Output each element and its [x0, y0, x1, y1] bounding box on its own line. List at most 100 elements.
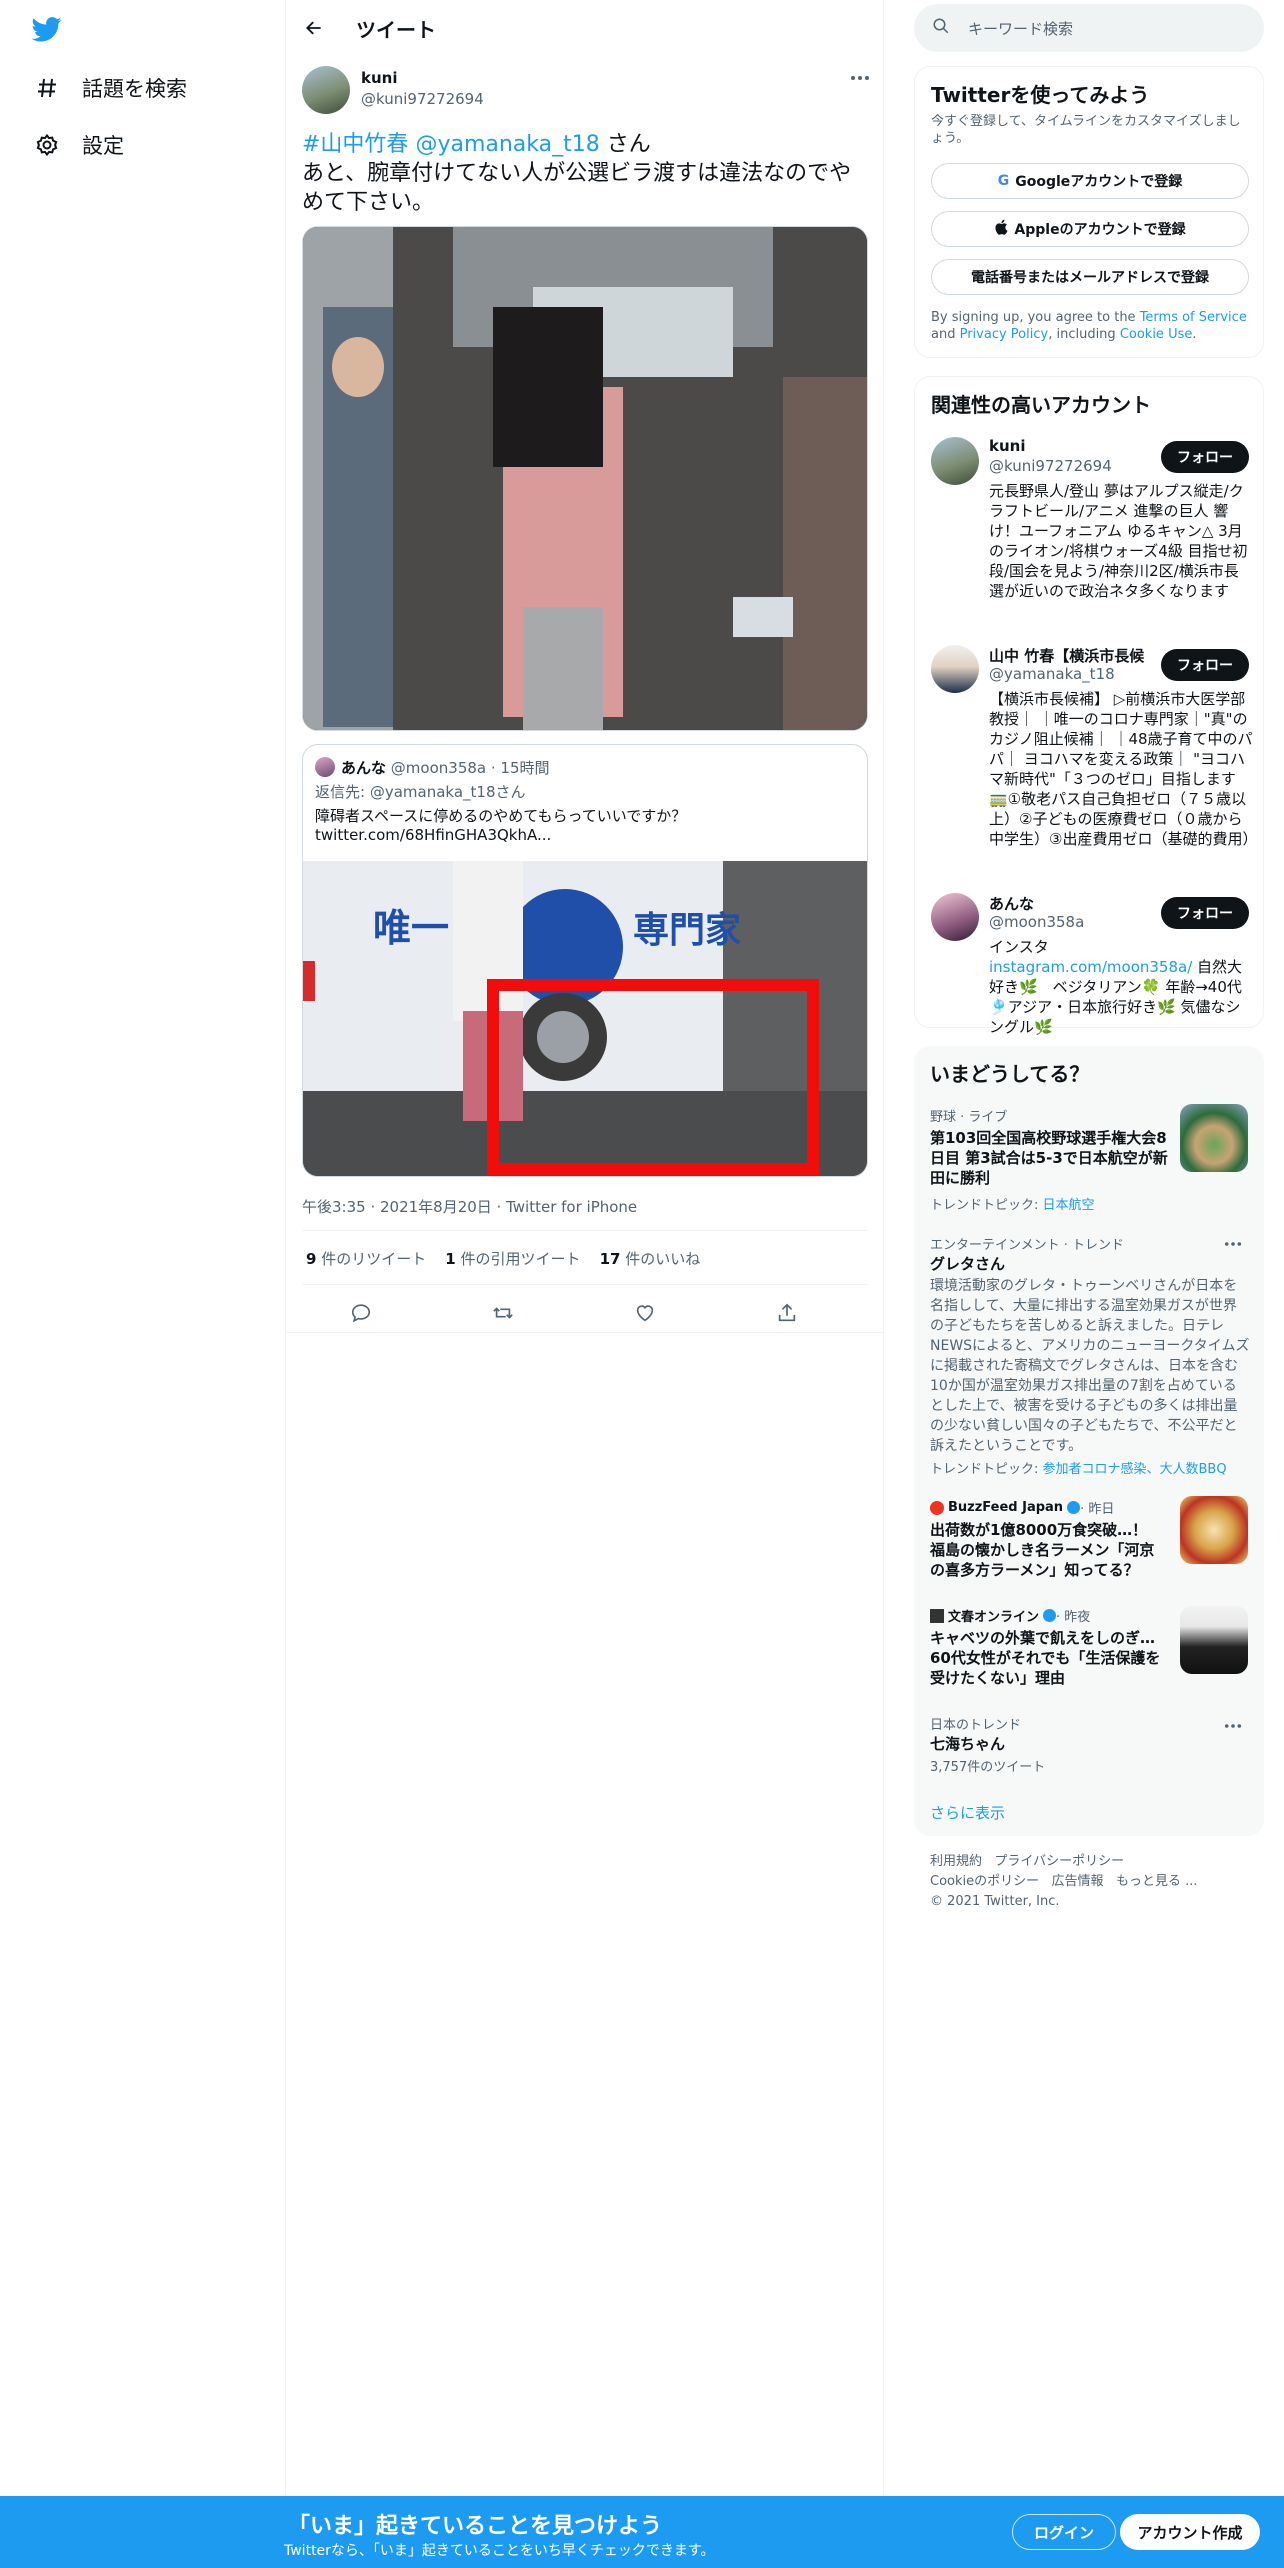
bottom-subtext: Twitterなら、「いま」起きていることをいち早くチェックできます。 [284, 2543, 715, 2559]
trend-description: 環境活動家のグレタ・トゥーンベリさんが日本を名指しして、大量に排出する温室効果ガ… [930, 1278, 1250, 1454]
google-signup-button[interactable]: G Googleアカウントで登録 [931, 163, 1249, 199]
nav-explore[interactable]: 話題を検索 [0, 60, 187, 116]
account-name[interactable]: あんな [989, 893, 1034, 914]
more-icon[interactable] [1224, 1232, 1242, 1251]
trend-topic: トレンドトピック: 参加者コロナ感染、大人数BBQ [930, 1462, 1227, 1477]
footer-link[interactable]: 利用規約 [930, 1854, 982, 1869]
twitter-logo-icon[interactable] [30, 14, 64, 44]
nav-explore-label: 話題を検索 [82, 77, 187, 101]
divider [302, 1230, 868, 1231]
account-bio: インスタ instagram.com/moon358a/ 自然大好き🌿 ベジタリ… [989, 938, 1257, 1036]
tweet-header: ツイート [286, 0, 883, 56]
trend-title[interactable]: グレタさん [930, 1254, 1005, 1274]
trend-category: エンターテインメント · トレンド [930, 1238, 1125, 1253]
quote-author-meta: @moon358a · 15時間 [390, 759, 550, 777]
page-title: ツイート [356, 17, 436, 42]
tweet-honorific: さん [599, 132, 651, 157]
apple-signup-button[interactable]: Appleのアカウントで登録 [931, 211, 1249, 247]
google-signup-label: Googleアカウントで登録 [1015, 174, 1183, 190]
quote-photo[interactable]: 唯一 専門家 [303, 861, 867, 1176]
quotes-stat[interactable]: 1 件の引用ツイート [445, 1250, 580, 1268]
trends-card: いまどうしてる？ 野球 · ライブ 第103回全国高校野球選手権大会8日目 第3… [914, 1046, 1264, 1836]
trend-category: 日本のトレンド [930, 1718, 1022, 1733]
trend-thumbnail[interactable] [1180, 1104, 1248, 1172]
account-name[interactable]: 山中 竹春【横浜市長候 [989, 645, 1159, 666]
trend-title[interactable]: 出荷数が1億8000万食突破…！ 福島の懐かしき名ラーメン「河京の喜多方ラーメン… [930, 1520, 1162, 1580]
footer-link[interactable]: 広告情報 [1052, 1874, 1104, 1889]
account-bio: 元長野県人/登山 夢はアルプス縦走/クラフトビール/アニメ 進撃の巨人 響け！ユ… [989, 482, 1248, 600]
action-bar [302, 1294, 868, 1334]
search-box[interactable]: キーワード検索 [914, 4, 1264, 52]
author-handle[interactable]: @kuni97272694 [361, 90, 484, 108]
tweet-photo[interactable] [302, 226, 868, 731]
show-more-link[interactable]: さらに表示 [930, 1802, 1005, 1823]
bio-link[interactable]: instagram.com/moon358a/ [989, 958, 1192, 976]
news-source-row: BuzzFeed Japan · 昨日 [930, 1498, 1114, 1517]
related-accounts-card: 関連性の高いアカウント kuni @kuni97272694 フォロー 元長野県… [914, 376, 1264, 1036]
reply-icon[interactable] [350, 1302, 372, 1328]
trend-thumbnail[interactable] [1180, 1606, 1248, 1674]
account-avatar[interactable] [931, 437, 979, 485]
search-placeholder: キーワード検索 [968, 19, 1074, 38]
follow-button[interactable]: フォロー [1161, 897, 1249, 929]
signup-button[interactable]: アカウント作成 [1120, 2514, 1260, 2550]
divider [286, 1332, 883, 1333]
account-avatar[interactable] [931, 893, 979, 941]
follow-button[interactable]: フォロー [1161, 649, 1249, 681]
trend-title[interactable]: キャベツの外葉で飢えをしのぎ… 60代女性がそれでも「生活保護を受けたくない」理… [930, 1628, 1162, 1688]
like-icon[interactable] [634, 1302, 656, 1328]
footer-link[interactable]: プライバシーポリシー [994, 1854, 1124, 1869]
footer-link[interactable]: もっと見る ... [1116, 1874, 1198, 1889]
van-sign-text: 唯一 [373, 906, 450, 950]
divider-right [883, 0, 884, 2500]
search-icon [932, 17, 950, 39]
mention-link[interactable]: @yamanaka_t18 [415, 132, 599, 157]
hashtag-link[interactable]: #山中竹春 [302, 132, 408, 157]
phone-signup-label: 電話番号またはメールアドレスで登録 [971, 270, 1209, 286]
likes-stat[interactable]: 17 件のいいね [600, 1250, 701, 1268]
author-name[interactable]: kuni [361, 69, 397, 87]
tweet-column: ツイート kuni @kuni97272694 #山中竹春 @yamanaka_… [286, 0, 883, 1333]
retweets-stat[interactable]: 9 件のリツイート [306, 1250, 426, 1268]
trend-thumbnail[interactable] [1180, 1496, 1248, 1564]
tweet-body-text: あと、腕章付けてない人が公選ビラ渡すは違法なのでやめて下さい。 [302, 161, 852, 215]
account-name[interactable]: kuni [989, 437, 1025, 455]
trend-category: 野球 · ライブ [930, 1110, 1008, 1125]
tweet-timestamp[interactable]: 午後3:35 · 2021年8月20日 · Twitter for iPhone [302, 1196, 637, 1217]
footer-link[interactable]: Cookieのポリシー [930, 1874, 1039, 1889]
nav-settings[interactable]: 設定 [0, 117, 124, 173]
privacy-link[interactable]: Privacy Policy [960, 327, 1049, 342]
login-button[interactable]: ログイン [1012, 2514, 1116, 2550]
tweet-text: #山中竹春 @yamanaka_t18 さん あと、腕章付けてない人が公選ビラ渡… [302, 130, 872, 217]
account-avatar[interactable] [931, 645, 979, 693]
retweet-icon[interactable] [492, 1302, 514, 1328]
left-nav: 話題を検索 設定 [0, 0, 285, 2500]
news-source-row: 文春オンライン · 昨夜 [930, 1606, 1090, 1625]
footer-links: 利用規約 プライバシーポリシー Cookieのポリシー 広告情報 もっと見る .… [930, 1852, 1250, 1912]
quote-author-avatar [315, 757, 335, 777]
signup-title: Twitterを使ってみよう [931, 83, 1150, 107]
google-icon: G [997, 173, 1010, 189]
follow-button[interactable]: フォロー [1161, 441, 1249, 473]
author-avatar[interactable] [302, 66, 350, 114]
account-handle[interactable]: @yamanaka_t18 [989, 665, 1115, 683]
cookie-link[interactable]: Cookie Use [1120, 327, 1193, 342]
more-icon[interactable] [848, 66, 872, 90]
account-handle[interactable]: @kuni97272694 [989, 457, 1112, 475]
buzzfeed-logo-icon [930, 1500, 944, 1515]
verified-badge-icon [1067, 1501, 1081, 1514]
account-handle[interactable]: @moon358a [989, 913, 1084, 931]
signup-card: Twitterを使ってみよう 今すぐ登録して、タイムラインをカスタマイズしましょ… [914, 66, 1264, 358]
phone-signup-button[interactable]: 電話番号またはメールアドレスで登録 [931, 259, 1249, 295]
more-icon[interactable] [1224, 1714, 1242, 1733]
verified-badge-icon [1043, 1609, 1057, 1622]
quote-tweet-card[interactable]: あんな @moon358a · 15時間 返信先: @yamanaka_t18さ… [302, 744, 868, 1177]
hashtag-icon [34, 75, 60, 101]
share-icon[interactable] [776, 1302, 798, 1328]
terms-link[interactable]: Terms of Service [1140, 310, 1247, 325]
back-arrow-icon[interactable] [302, 16, 326, 40]
trend-count: 3,757件のツイート [930, 1760, 1046, 1775]
trend-title[interactable]: 第103回全国高校野球選手権大会8日目 第3試合は5-3で日本航空が新田に勝利 [930, 1128, 1170, 1188]
trend-title[interactable]: 七海ちゃん [930, 1734, 1005, 1754]
apple-signup-label: Appleのアカウントで登録 [1014, 222, 1186, 238]
